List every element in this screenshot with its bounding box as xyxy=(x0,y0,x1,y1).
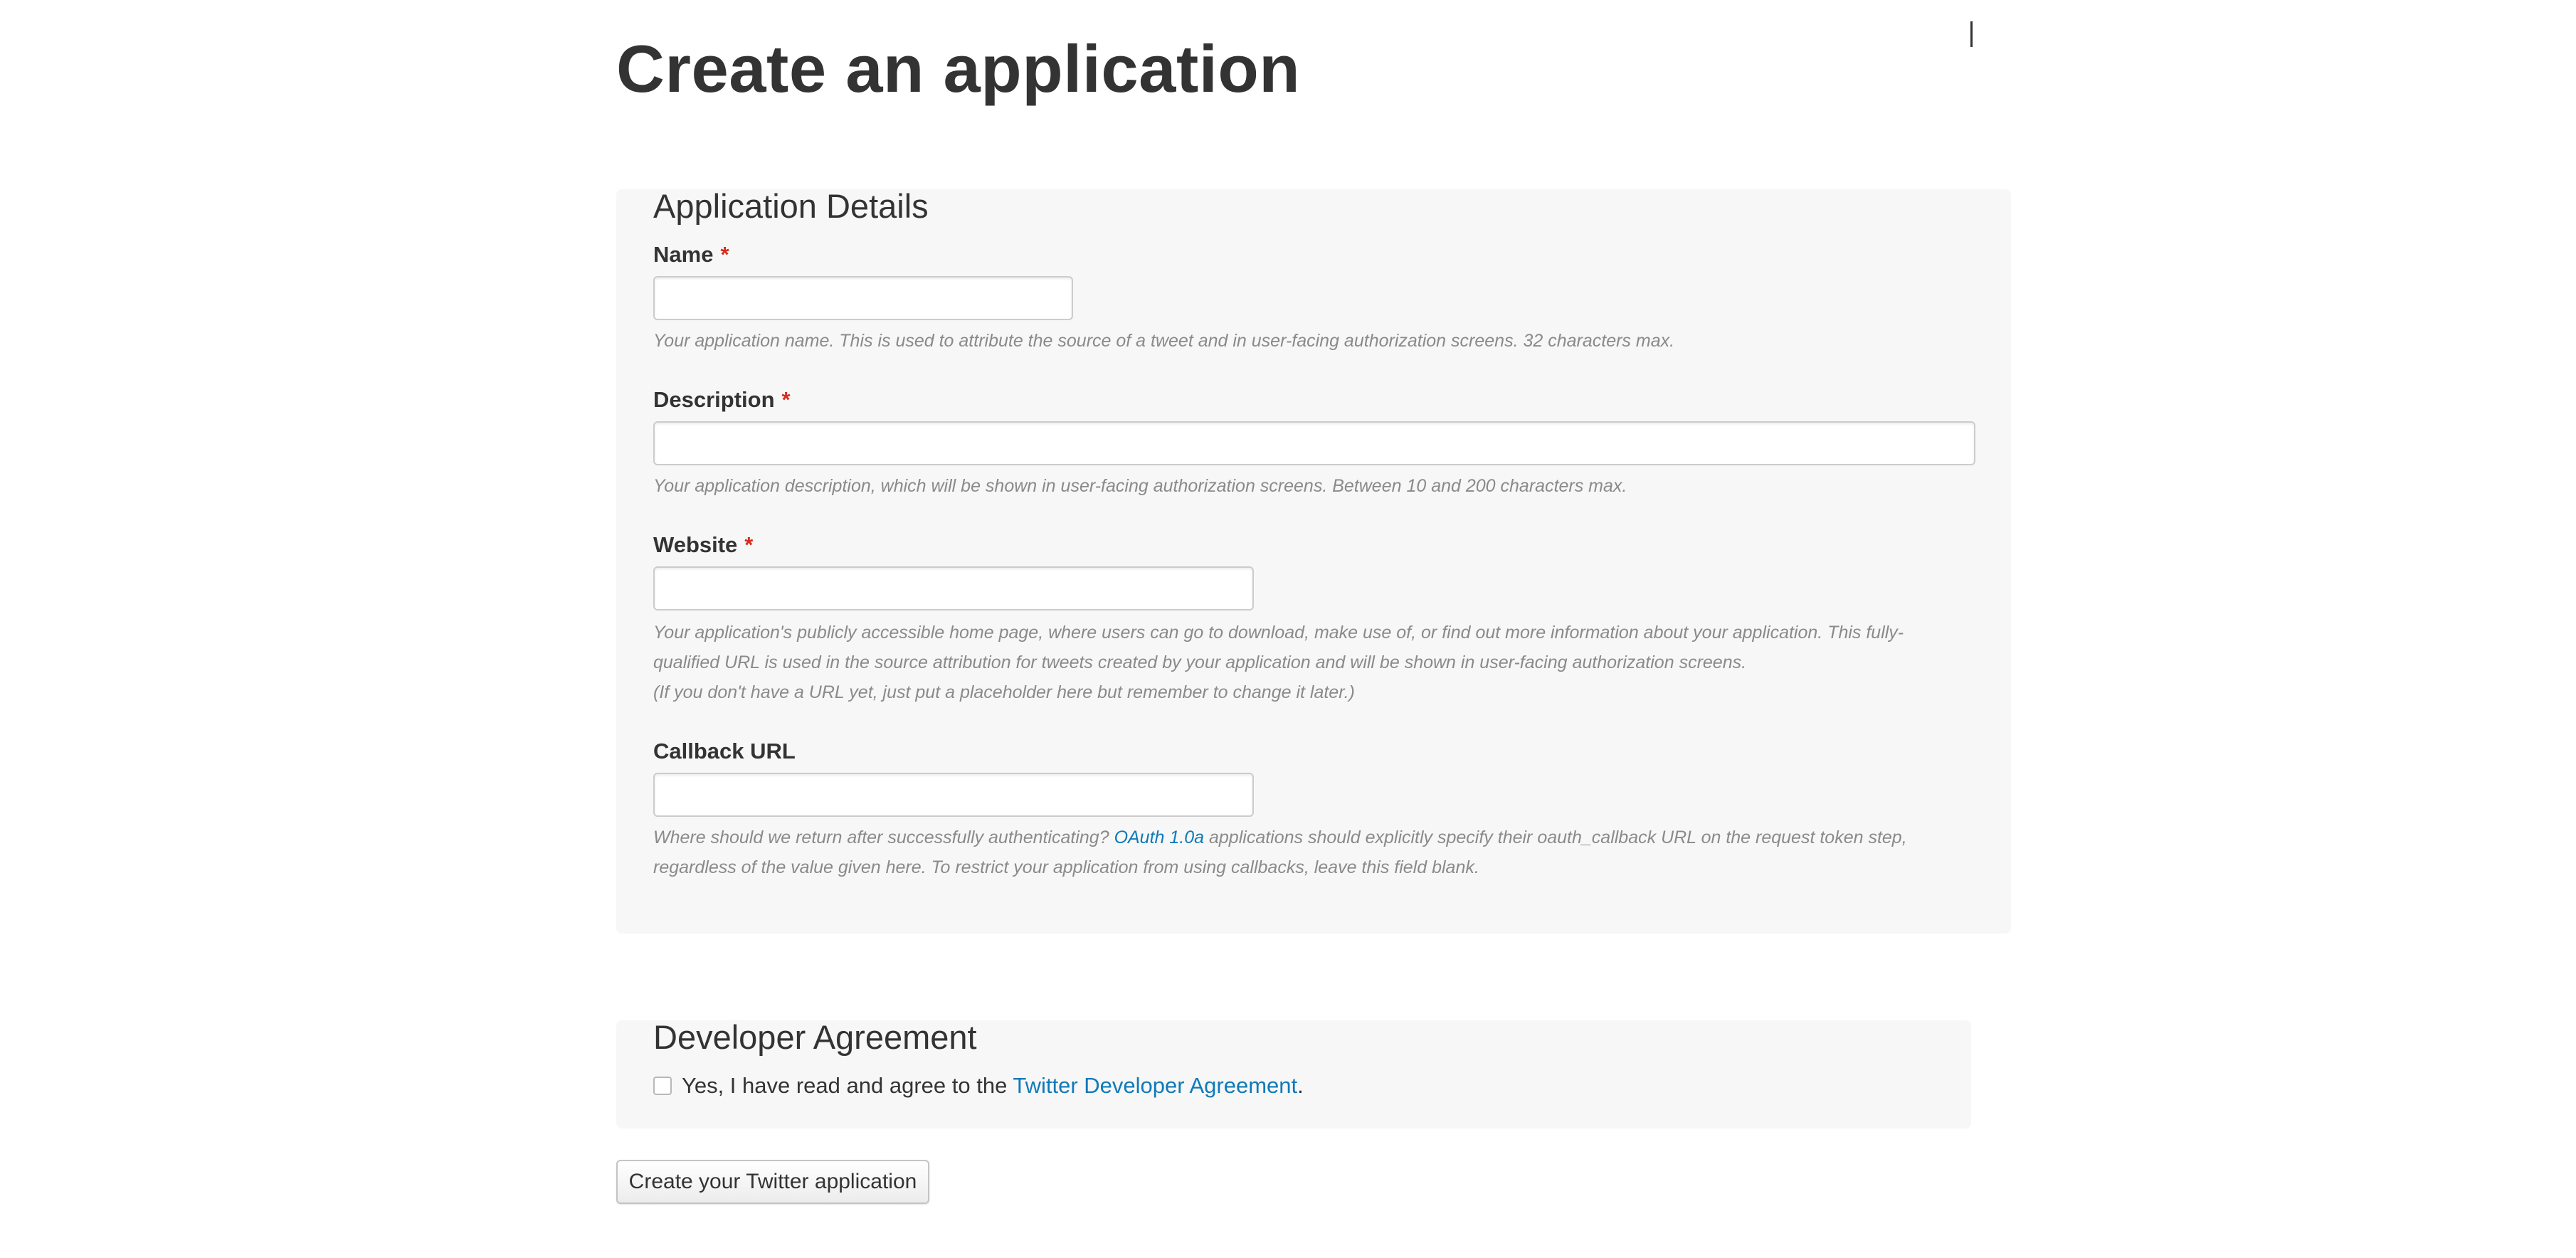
callback-url-hint: Where should we return after successfull… xyxy=(653,823,1977,882)
name-label-text: Name xyxy=(653,242,714,267)
agreement-label[interactable]: Yes, I have read and agree to the Twitte… xyxy=(682,1072,1304,1100)
create-application-page: Create an application Application Detail… xyxy=(0,0,2576,1258)
name-label: Name * xyxy=(653,240,729,269)
callback-url-input[interactable] xyxy=(653,773,1254,817)
page-title: Create an application xyxy=(616,31,1301,106)
website-hint-description: Your application's publicly accessible h… xyxy=(653,623,1904,672)
required-asterisk: * xyxy=(744,532,754,557)
create-application-button[interactable]: Create your Twitter application xyxy=(616,1160,929,1204)
agreement-label-text: Yes, I have read and agree to the xyxy=(682,1073,1013,1098)
description-label-text: Description xyxy=(653,387,775,412)
description-hint: Your application description, which will… xyxy=(653,476,1627,496)
callback-url-label: Callback URL xyxy=(653,737,796,766)
website-hint-placeholder-note: (If you don't have a URL yet, just put a… xyxy=(653,682,1355,702)
agreement-checkbox[interactable] xyxy=(653,1077,672,1095)
oauth-link[interactable]: OAuth 1.0a xyxy=(1114,828,1204,847)
name-input[interactable] xyxy=(653,276,1073,320)
callback-url-label-text: Callback URL xyxy=(653,739,796,763)
developer-agreement-link[interactable]: Twitter Developer Agreement xyxy=(1013,1073,1297,1098)
callback-hint-text-start: Where should we return after successfull… xyxy=(653,828,1114,847)
website-hint: Your application's publicly accessible h… xyxy=(653,618,1948,707)
text-cursor xyxy=(1970,21,1973,47)
name-hint: Your application name. This is used to a… xyxy=(653,331,1675,351)
description-input[interactable] xyxy=(653,421,1975,465)
agreement-label-period: . xyxy=(1297,1073,1304,1098)
website-label: Website * xyxy=(653,531,753,559)
required-asterisk: * xyxy=(781,387,791,412)
developer-agreement-legend: Developer Agreement xyxy=(653,1018,977,1056)
website-input[interactable] xyxy=(653,566,1254,610)
required-asterisk: * xyxy=(720,242,729,267)
application-details-legend: Application Details xyxy=(653,187,929,225)
website-label-text: Website xyxy=(653,532,738,557)
description-label: Description * xyxy=(653,386,791,414)
